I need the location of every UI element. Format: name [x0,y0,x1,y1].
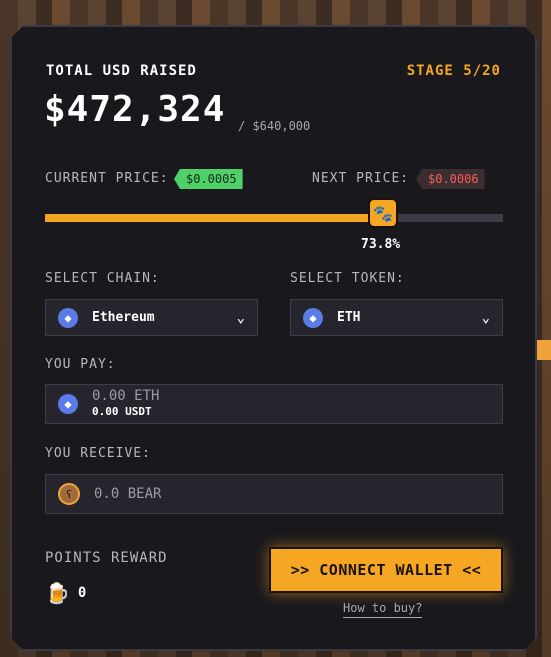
chain-selected-value: Ethereum [92,310,155,325]
points-reward: 🍺 0 [45,581,86,605]
raise-goal: / $640,000 [238,119,311,133]
points-reward-label: POINTS REWARD [45,550,168,566]
points-value: 0 [77,585,87,601]
chevron-down-icon: ⌄ [481,309,490,326]
progress-bar [45,214,503,222]
bear-icon: ʕ [58,483,80,505]
chevron-down-icon: ⌄ [236,309,245,326]
progress-fill [45,214,383,222]
token-selected-value: ETH [337,310,361,325]
pay-amount-input[interactable]: ◆ 0.00 ETH 0.00 USDT [45,384,503,424]
you-pay-label: YOU PAY: [45,357,116,372]
background-lamp [537,340,551,360]
select-token-label: SELECT TOKEN: [290,271,405,286]
current-price-tag: $0.0005 [174,169,243,189]
next-price-tag: $0.0006 [416,169,485,189]
pay-amount: 0.00 ETH [92,388,160,404]
token-select[interactable]: ◆ ETH ⌄ [290,299,503,336]
ethereum-icon: ◆ [58,308,78,328]
pay-usdt-equivalent: 0.00 USDT [92,405,152,418]
how-to-buy-link[interactable]: How to buy? [343,601,422,618]
select-chain-label: SELECT CHAIN: [45,271,160,286]
paw-icon: 🐾 [368,198,398,228]
beer-mug-icon: 🍺 [45,581,70,605]
progress-percent: 73.8% [361,237,401,252]
ethereum-icon: ◆ [303,308,323,328]
presale-widget: TOTAL USD RAISED STAGE 5/20 $472,324 / $… [10,25,537,651]
chain-select[interactable]: ◆ Ethereum ⌄ [45,299,258,336]
you-receive-label: YOU RECEIVE: [45,446,151,461]
ethereum-icon: ◆ [58,394,78,414]
connect-wallet-button[interactable]: >> CONNECT WALLET << [269,547,503,593]
raised-amount: $472,324 [44,89,226,130]
stage-indicator: STAGE 5/20 [406,63,501,79]
current-price-label: CURRENT PRICE: [45,171,169,186]
next-price-label: NEXT PRICE: [312,171,410,186]
receive-amount-field[interactable]: ʕ 0.0 BEAR [45,474,503,514]
total-raised-title: TOTAL USD RAISED [46,63,197,79]
receive-amount: 0.0 BEAR [94,486,162,502]
